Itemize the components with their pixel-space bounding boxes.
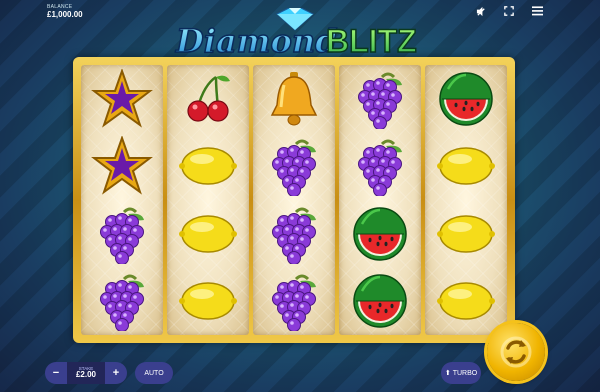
menu-icon[interactable]	[530, 4, 544, 18]
grapes-icon	[345, 135, 415, 197]
cherries-icon	[173, 68, 243, 130]
reel-1	[81, 65, 163, 335]
bell-icon	[259, 68, 329, 130]
grapes-icon	[259, 135, 329, 197]
mute-icon[interactable]	[474, 4, 488, 18]
reel-2	[167, 65, 249, 335]
stake-control: − STAKE £2.00 +	[45, 362, 127, 384]
grapes-icon	[259, 203, 329, 265]
star-icon	[87, 135, 157, 197]
lemon-icon	[173, 270, 243, 332]
reels-grid	[81, 65, 507, 335]
lemon-icon	[431, 203, 501, 265]
watermelon-icon	[431, 68, 501, 130]
watermelon-icon	[345, 203, 415, 265]
reel-5	[425, 65, 507, 335]
reel-4	[339, 65, 421, 335]
logo-word-diamond: Diamond	[175, 22, 337, 60]
watermelon-icon	[345, 270, 415, 332]
reel-frame	[73, 57, 515, 343]
lemon-icon	[173, 203, 243, 265]
stake-value: £2.00	[75, 370, 97, 380]
balance-display: BALANCE £1,000.00	[47, 5, 83, 19]
balance-value: £1,000.00	[47, 10, 83, 19]
stake-decrease-button[interactable]: −	[45, 362, 67, 384]
grapes-icon	[87, 203, 157, 265]
star-icon	[87, 68, 157, 130]
autoplay-button[interactable]: AUTO	[135, 362, 173, 384]
grapes-icon	[87, 270, 157, 332]
top-icons	[474, 4, 544, 18]
reel-3	[253, 65, 335, 335]
fullscreen-icon[interactable]	[502, 4, 516, 18]
grapes-icon	[345, 68, 415, 130]
grapes-icon	[259, 270, 329, 332]
logo-word-blitz: BLITZ	[326, 23, 417, 59]
turbo-label: TURBO	[452, 369, 478, 377]
lemon-icon	[431, 135, 501, 197]
spin-icon	[500, 336, 532, 368]
turbo-button[interactable]: ⬆ TURBO	[441, 362, 481, 384]
lemon-icon	[173, 135, 243, 197]
lemon-icon	[431, 270, 501, 332]
game-logo: Diamond BLITZ	[172, 7, 428, 61]
stake-increase-button[interactable]: +	[105, 362, 127, 384]
spin-button[interactable]	[487, 323, 545, 381]
turbo-icon: ⬆	[444, 370, 451, 377]
stake-display: STAKE £2.00	[67, 362, 105, 384]
